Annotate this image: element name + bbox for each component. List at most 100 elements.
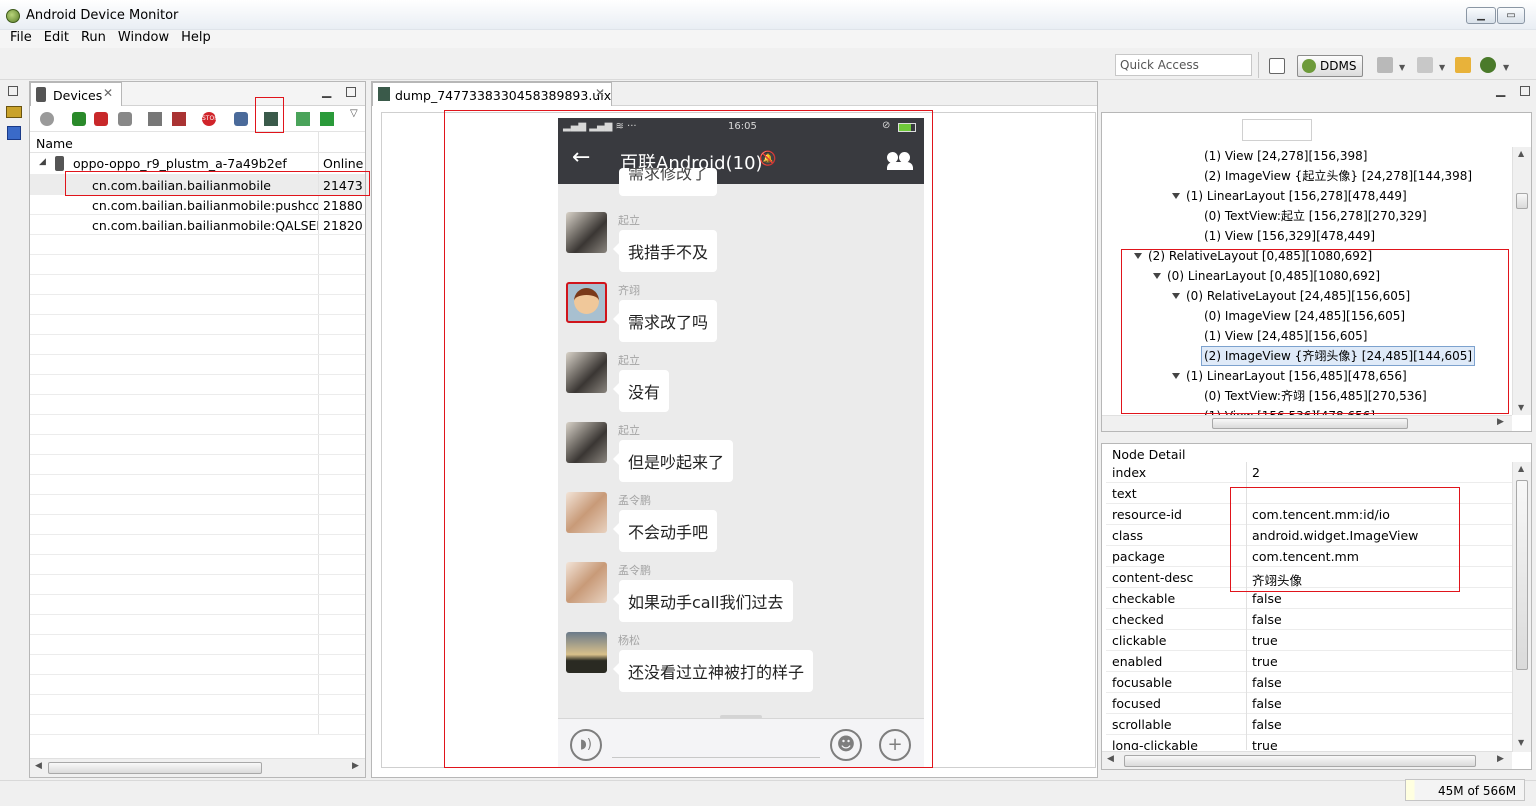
scroll-up-icon[interactable]: ▲ bbox=[1518, 149, 1524, 158]
scroll-thumb[interactable] bbox=[1516, 480, 1528, 670]
message-input[interactable] bbox=[612, 757, 820, 758]
emoji-icon[interactable]: ☻ bbox=[830, 729, 862, 761]
expand-arrow-icon[interactable] bbox=[1172, 293, 1180, 299]
property-row[interactable]: checkable false bbox=[1106, 588, 1512, 609]
view-menu-icon[interactable]: ▽ bbox=[350, 108, 358, 119]
detail-vertical-scrollbar[interactable]: ▲ ▼ bbox=[1512, 462, 1531, 752]
scroll-down-icon[interactable]: ▼ bbox=[1518, 403, 1524, 412]
expand-arrow-icon[interactable] bbox=[1153, 273, 1161, 279]
phone-screenshot[interactable]: ▂▄▆ ▂▄▆ ≋ ··· 16:05 ⊘ ← 百联Android(10) 🔕 … bbox=[558, 118, 924, 768]
voice-icon[interactable]: ◗) bbox=[570, 729, 602, 761]
tree-node[interactable]: (2) RelativeLayout [0,485][1080,692] bbox=[1134, 247, 1372, 267]
tab-dump[interactable]: dump_7477338330458389893.uix ✕ bbox=[372, 82, 612, 106]
tree-node[interactable]: (0) LinearLayout [0,485][1080,692] bbox=[1153, 267, 1380, 287]
property-row[interactable]: class android.widget.ImageView bbox=[1106, 525, 1512, 546]
tree-node[interactable]: (1) View [24,485][156,605] bbox=[1204, 327, 1367, 347]
run-icon[interactable] bbox=[1480, 57, 1496, 73]
property-row[interactable]: enabled true bbox=[1106, 651, 1512, 672]
tree-node[interactable]: (1) View [156,329][478,449] bbox=[1204, 227, 1375, 247]
maximize-view-icon[interactable] bbox=[346, 87, 356, 97]
start-method-profiling-icon[interactable] bbox=[172, 112, 186, 126]
devices-horizontal-scrollbar[interactable]: ◀ ▶ bbox=[30, 758, 365, 777]
avatar[interactable] bbox=[566, 632, 607, 673]
property-row[interactable]: text bbox=[1106, 483, 1512, 504]
tree-node[interactable]: (0) TextView:起立 [156,278][270,329] bbox=[1204, 207, 1427, 227]
scroll-up-icon[interactable]: ▲ bbox=[1518, 464, 1524, 473]
tree-node[interactable]: (0) TextView:齐翊 [156,485][270,536] bbox=[1204, 387, 1427, 407]
scroll-down-icon[interactable]: ▼ bbox=[1518, 738, 1524, 747]
dump-view-hierarchy-icon[interactable] bbox=[264, 112, 278, 126]
process-row[interactable]: cn.com.bailian.bailianmobile:pushcore 21… bbox=[30, 195, 365, 215]
plus-icon[interactable]: + bbox=[879, 729, 911, 761]
maximize-view-icon[interactable] bbox=[1520, 86, 1530, 96]
update-heap-icon[interactable] bbox=[72, 112, 86, 126]
minimize-button[interactable]: ▁ bbox=[1466, 7, 1496, 24]
property-row[interactable]: long-clickable true bbox=[1106, 735, 1512, 750]
message-bubble[interactable]: 还没看过立神被打的样子 bbox=[612, 650, 814, 692]
property-row[interactable]: focused false bbox=[1106, 693, 1512, 714]
tree-node[interactable]: (1) LinearLayout [156,278][478,449] bbox=[1172, 187, 1407, 207]
message-bubble[interactable]: 但是吵起来了 bbox=[612, 440, 734, 482]
forward-icon[interactable] bbox=[1455, 57, 1471, 73]
property-row[interactable]: clickable true bbox=[1106, 630, 1512, 651]
avatar[interactable] bbox=[566, 562, 607, 603]
avatar[interactable] bbox=[566, 492, 607, 533]
property-row[interactable]: content-desc 齐翊头像 bbox=[1106, 567, 1512, 588]
avatar[interactable] bbox=[566, 282, 607, 323]
tree-horizontal-scrollbar[interactable]: ▶ bbox=[1102, 415, 1512, 431]
menu-edit[interactable]: Edit bbox=[38, 30, 75, 46]
scroll-thumb[interactable] bbox=[1516, 193, 1528, 209]
scroll-left-icon[interactable]: ◀ bbox=[1107, 754, 1114, 764]
chevron-down-icon[interactable]: ▼ bbox=[1503, 63, 1509, 72]
detail-horizontal-scrollbar[interactable]: ◀ ▶ bbox=[1102, 751, 1512, 769]
minimize-view-icon[interactable]: ▁ bbox=[322, 84, 331, 98]
tab-devices[interactable]: Devices ✕ bbox=[30, 82, 122, 106]
close-icon[interactable]: ✕ bbox=[103, 86, 113, 100]
stop-process-icon[interactable]: STOP bbox=[202, 112, 218, 126]
message-bubble[interactable]: 如果动手call我们过去 bbox=[613, 580, 793, 622]
back-arrow-icon[interactable]: ← bbox=[572, 145, 590, 170]
open-perspective-icon[interactable] bbox=[1269, 58, 1285, 74]
property-row[interactable]: focusable false bbox=[1106, 672, 1512, 693]
avatar[interactable] bbox=[566, 212, 607, 253]
expand-arrow-icon[interactable] bbox=[1172, 373, 1180, 379]
expand-arrow-icon[interactable] bbox=[1134, 253, 1142, 259]
scroll-left-icon[interactable]: ◀ bbox=[35, 761, 42, 771]
collapse-arrow-icon[interactable]: ◢ bbox=[39, 157, 46, 167]
tree-node[interactable]: (0) RelativeLayout [24,485][156,605] bbox=[1172, 287, 1410, 307]
scroll-right-icon[interactable]: ▶ bbox=[1497, 417, 1504, 427]
message-bubble[interactable]: 不会动手吧 bbox=[612, 510, 718, 552]
scroll-thumb[interactable] bbox=[1212, 418, 1408, 429]
opengl-trace-icon[interactable] bbox=[320, 112, 334, 126]
menu-run[interactable]: Run bbox=[75, 30, 112, 46]
minimize-view-icon[interactable]: ▁ bbox=[1496, 83, 1505, 97]
tree-node[interactable]: (0) ImageView [24,485][156,605] bbox=[1204, 307, 1405, 327]
property-row[interactable]: checked false bbox=[1106, 609, 1512, 630]
column-name[interactable]: Name bbox=[36, 136, 73, 151]
property-row[interactable]: package com.tencent.mm bbox=[1106, 546, 1512, 567]
menu-window[interactable]: Window bbox=[112, 30, 175, 46]
device-view-icon[interactable] bbox=[6, 106, 22, 118]
scroll-thumb[interactable] bbox=[1124, 755, 1476, 767]
chevron-down-icon[interactable]: ▼ bbox=[1399, 63, 1405, 72]
message-bubble[interactable]: 需求改了吗 bbox=[612, 300, 718, 342]
console-icon[interactable] bbox=[7, 126, 21, 140]
tree-node[interactable]: (1) View [24,278][156,398] bbox=[1204, 147, 1367, 167]
cause-gc-icon[interactable] bbox=[118, 112, 132, 126]
device-row[interactable]: ◢ oppo-oppo_r9_plustm_a-7a49b2ef Online bbox=[30, 153, 365, 175]
scroll-thumb[interactable] bbox=[48, 762, 262, 774]
ddms-perspective-button[interactable]: DDMS bbox=[1297, 55, 1363, 77]
expand-arrow-icon[interactable] bbox=[1172, 193, 1180, 199]
process-row[interactable]: cn.com.bailian.bailianmobile 21473 bbox=[30, 175, 365, 195]
tree-vertical-scrollbar[interactable]: ▲ ▼ bbox=[1512, 147, 1531, 415]
scroll-right-icon[interactable]: ▶ bbox=[352, 761, 359, 771]
systrace-icon[interactable] bbox=[296, 112, 310, 126]
heap-status[interactable]: 45M of 566M bbox=[1405, 779, 1525, 801]
screen-capture-icon[interactable] bbox=[234, 112, 248, 126]
menu-help[interactable]: Help bbox=[175, 30, 217, 46]
maximize-button[interactable]: ▭ bbox=[1497, 7, 1525, 24]
dump-hprof-icon[interactable] bbox=[94, 112, 108, 126]
tree-node-selected[interactable]: (2) ImageView {齐翊头像} [24,485][144,605] bbox=[1201, 346, 1476, 366]
scroll-right-icon[interactable]: ▶ bbox=[1497, 754, 1504, 764]
tree-node[interactable]: (2) ImageView {起立头像} [24,278][144,398] bbox=[1204, 167, 1472, 187]
